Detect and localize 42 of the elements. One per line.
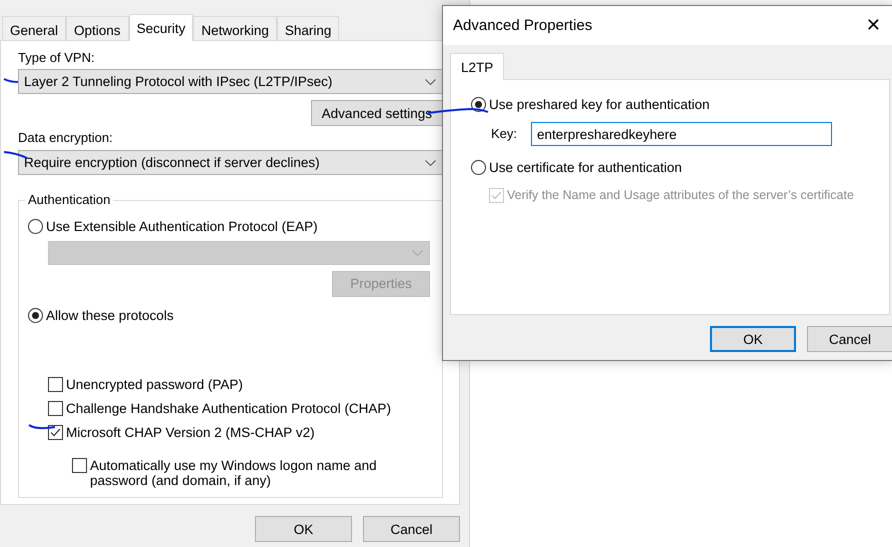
radio-option[interactable]: Use certificate for authentication <box>471 158 889 176</box>
checkbox-label: Verify the Name and Usage attributes of the server’s certificate <box>507 188 854 202</box>
tab[interactable]: L2TP <box>450 53 504 80</box>
field-label: Data encryption: <box>18 130 114 146</box>
field-label: Type of VPN: <box>18 50 96 66</box>
key-label: Key: <box>491 126 518 142</box>
tab[interactable]: Networking <box>193 16 277 40</box>
tab[interactable]: Security <box>128 14 194 41</box>
encryption-dropdown[interactable]: Require encryption (disconnect if server declines) <box>18 150 443 175</box>
pen-stroke <box>28 424 56 430</box>
radio-option[interactable]: Allow these protocols <box>28 308 442 324</box>
key-input[interactable]: enterpresharedkeyhere <box>531 122 832 146</box>
checkbox[interactable] <box>48 401 63 416</box>
pen-stroke <box>4 78 18 83</box>
pen-stroke <box>4 151 28 159</box>
cancel-button[interactable]: Cancel <box>363 516 460 542</box>
chevron-icon <box>412 250 423 256</box>
tab[interactable]: General <box>2 16 66 40</box>
tab[interactable]: Options <box>66 16 129 40</box>
ok-button[interactable]: OK <box>255 516 352 542</box>
cancel-button[interactable]: Cancel <box>807 326 892 352</box>
checkbox[interactable] <box>48 377 63 392</box>
checkbox-label: Microsoft CHAP Version 2 (MS-CHAP v2) <box>66 425 315 440</box>
radio-option[interactable]: Use preshared key for authentication <box>471 95 889 113</box>
checkbox[interactable] <box>48 425 63 440</box>
checkbox[interactable] <box>72 458 87 473</box>
radio[interactable] <box>28 308 43 324</box>
ok-button[interactable]: OK <box>710 326 796 352</box>
close-button[interactable]: ✕ <box>862 15 885 36</box>
checkbox-label: Challenge Handshake Authentication Protocol (CHAP) <box>66 401 391 416</box>
group-title: Authentication <box>25 192 114 207</box>
radio-option[interactable]: Use Extensible Authentication Protocol (EAP) <box>28 218 442 235</box>
window-title: Advanced Properties <box>453 17 592 34</box>
tab[interactable]: Sharing <box>276 16 340 40</box>
vpn-type-dropdown[interactable]: Layer 2 Tunneling Protocol with IPsec (L2TP/IPsec) <box>18 69 443 94</box>
advanced-settings-button[interactable]: Advanced settings <box>310 100 443 126</box>
checkbox-label: Unencrypted password (PAP) <box>66 377 243 392</box>
radio[interactable] <box>471 160 486 174</box>
radio[interactable] <box>28 218 43 234</box>
chevron-icon <box>425 160 436 166</box>
checkbox-label: Automatically use my Windows logon name and password (and domain, if any) <box>90 458 378 488</box>
chevron-icon <box>425 78 436 84</box>
